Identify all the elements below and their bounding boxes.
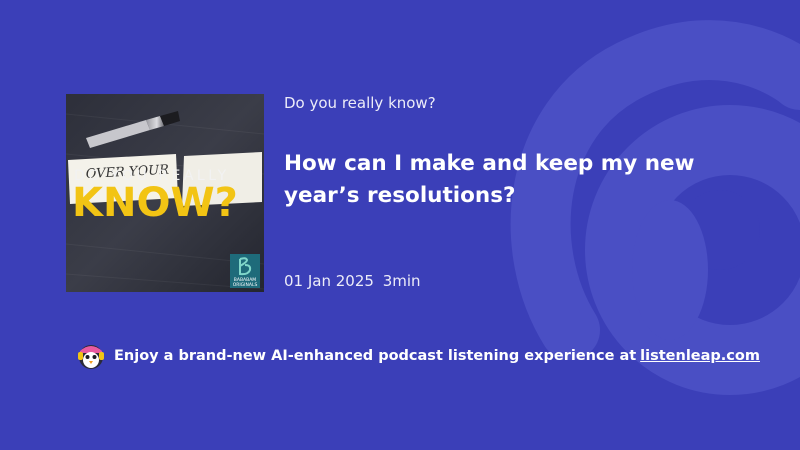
- episode-date: 01 Jan 2025: [284, 272, 374, 290]
- episode-duration: 3min: [382, 272, 421, 290]
- footer-text: Enjoy a brand-new AI-enhanced podcast li…: [114, 348, 637, 364]
- cover-big-text: KNOW?: [72, 180, 238, 226]
- badge-line2: ORIGINALS: [233, 282, 258, 288]
- promo-footer: Enjoy a brand-new AI-enhanced podcast li…: [76, 341, 760, 371]
- episode-meta: 01 Jan 2025 3min: [284, 272, 421, 290]
- podcast-cover-art[interactable]: OVER YOUR DO YOU REALLY KNOW? BABABAM OR…: [66, 94, 264, 292]
- bababam-badge: BABABAM ORIGINALS: [230, 254, 260, 288]
- penguin-mascot-icon: [78, 345, 104, 369]
- episode-title[interactable]: How can I make and keep my new year’s re…: [284, 148, 764, 212]
- listenleap-link[interactable]: listenleap.com: [640, 348, 760, 364]
- show-name[interactable]: Do you really know?: [284, 94, 436, 112]
- background-logo-icon: [510, 20, 800, 395]
